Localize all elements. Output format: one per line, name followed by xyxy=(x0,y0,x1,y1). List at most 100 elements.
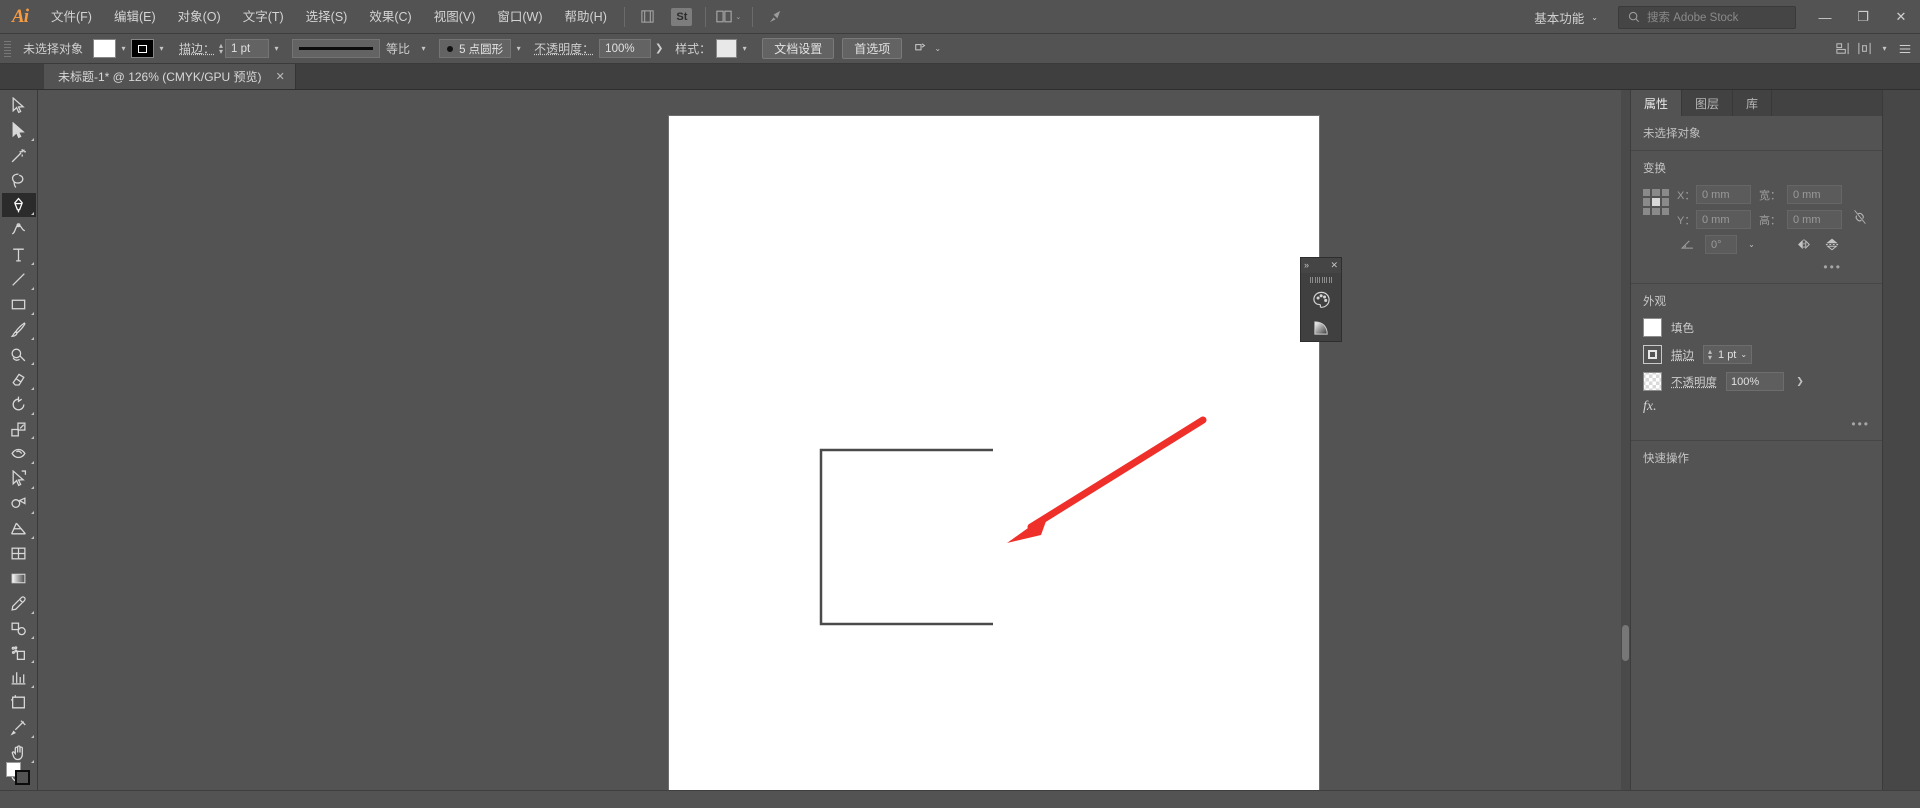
rotate-tool[interactable] xyxy=(2,392,36,417)
flip-horizontal-icon[interactable] xyxy=(1794,235,1814,254)
stroke-weight-label[interactable]: 描边： xyxy=(169,40,219,57)
preferences-button[interactable]: 首选项 xyxy=(842,38,903,59)
workspace-switcher[interactable]: 基本功能 ⌄ xyxy=(1524,5,1608,29)
bridge-icon[interactable] xyxy=(635,6,661,28)
transform-y-input[interactable]: 0 mm xyxy=(1696,210,1751,229)
document-tab[interactable]: 未标题-1* @ 126% (CMYK/GPU 预览) ✕ xyxy=(44,63,296,89)
select-similar-caret-icon[interactable]: ⌄ xyxy=(930,39,945,58)
lasso-tool[interactable] xyxy=(2,168,36,193)
appearance-opacity-input[interactable]: 100% xyxy=(1726,372,1784,391)
canvas-vertical-scrollbar[interactable] xyxy=(1621,90,1630,790)
stroke-profile-caret-icon[interactable]: ▾ xyxy=(416,39,431,58)
pen-tool[interactable] xyxy=(1,192,36,218)
opacity-flyout-icon[interactable]: ❯ xyxy=(651,39,667,58)
transform-more-options[interactable]: ••• xyxy=(1677,260,1842,274)
angle-caret-icon[interactable]: ⌄ xyxy=(1745,235,1759,254)
select-similar-icon[interactable] xyxy=(912,40,930,58)
control-bar-grip[interactable] xyxy=(4,38,13,60)
menu-help[interactable]: 帮助(H) xyxy=(554,0,618,34)
width-tool[interactable] xyxy=(2,441,36,466)
menu-select[interactable]: 选择(S) xyxy=(295,0,359,34)
right-icon-dock[interactable] xyxy=(1882,90,1920,790)
rotation-angle-input[interactable]: 0° xyxy=(1705,235,1737,254)
floating-panel-header[interactable]: » ✕ xyxy=(1301,258,1341,273)
slice-tool[interactable] xyxy=(2,715,36,740)
menu-edit[interactable]: 编辑(E) xyxy=(103,0,167,34)
appearance-fill-swatch[interactable] xyxy=(1643,318,1662,337)
gradient-icon[interactable] xyxy=(1304,313,1338,341)
stroke-weight-stepper[interactable]: ▴ ▾ xyxy=(219,41,223,55)
mesh-tool[interactable] xyxy=(2,541,36,566)
drawn-open-path[interactable] xyxy=(817,446,1007,636)
transform-h-input[interactable]: 0 mm xyxy=(1787,210,1842,229)
shape-builder-tool[interactable] xyxy=(2,491,36,516)
paintbrush-tool[interactable] xyxy=(2,317,36,342)
appearance-opacity-label[interactable]: 不透明度 xyxy=(1671,374,1717,390)
menu-object[interactable]: 对象(O) xyxy=(167,0,232,34)
curvature-tool[interactable] xyxy=(2,217,36,242)
brush-definition-caret-icon[interactable]: ▾ xyxy=(511,39,526,58)
fill-stroke-indicator[interactable] xyxy=(6,762,32,786)
appearance-opacity-swatch[interactable] xyxy=(1643,372,1662,391)
shaper-tool[interactable] xyxy=(2,342,36,367)
menu-window[interactable]: 窗口(W) xyxy=(486,0,553,34)
stroke-weight-input[interactable]: 1 pt xyxy=(225,39,270,58)
minimize-button[interactable]: — xyxy=(1806,0,1844,34)
close-button[interactable]: ✕ xyxy=(1882,0,1920,34)
floating-color-panel[interactable]: » ✕ xyxy=(1300,257,1342,342)
stroke-profile-preview[interactable] xyxy=(292,39,381,58)
document-setup-button[interactable]: 文档设置 xyxy=(762,38,835,59)
menu-view[interactable]: 视图(V) xyxy=(423,0,487,34)
appearance-stroke-caret-icon[interactable]: ⌄ xyxy=(1740,350,1747,359)
align-objects-icon[interactable] xyxy=(1833,40,1851,58)
free-transform-tool[interactable] xyxy=(2,466,36,491)
opacity-label[interactable]: 不透明度： xyxy=(534,40,599,57)
scale-tool[interactable] xyxy=(2,417,36,442)
appearance-stroke-swatch[interactable] xyxy=(1643,345,1662,364)
arrange-caret-icon[interactable]: ⌄ xyxy=(735,13,741,21)
column-graph-tool[interactable] xyxy=(2,665,36,690)
appearance-opacity-flyout-icon[interactable]: ❯ xyxy=(1793,372,1807,391)
line-segment-tool[interactable] xyxy=(2,267,36,292)
symbol-sprayer-tool[interactable] xyxy=(2,641,36,666)
menu-effect[interactable]: 效果(C) xyxy=(358,0,422,34)
brush-definition-field[interactable]: 5 点圆形 xyxy=(439,39,512,58)
appearance-stroke-label[interactable]: 描边 xyxy=(1671,347,1694,363)
maximize-button[interactable]: ❐ xyxy=(1844,0,1882,34)
tab-properties[interactable]: 属性 xyxy=(1631,90,1683,116)
toolbox-stroke-swatch[interactable] xyxy=(15,770,30,785)
stroke-swatch-caret-icon[interactable]: ▾ xyxy=(154,39,169,58)
color-palette-icon[interactable] xyxy=(1304,285,1338,313)
selection-tool[interactable] xyxy=(2,93,36,118)
floating-panel-grip[interactable] xyxy=(1310,276,1332,283)
graphic-style-swatch[interactable] xyxy=(716,39,738,58)
link-broken-icon[interactable] xyxy=(1850,207,1870,226)
appearance-more-options[interactable]: ••• xyxy=(1643,417,1870,431)
menu-file[interactable]: 文件(F) xyxy=(40,0,103,34)
transform-x-input[interactable]: 0 mm xyxy=(1696,185,1751,204)
perspective-grid-tool[interactable] xyxy=(2,516,36,541)
canvas-scroll-thumb[interactable] xyxy=(1622,625,1629,661)
panel-menu-icon[interactable] xyxy=(1896,40,1914,58)
document-tab-close-icon[interactable]: ✕ xyxy=(276,70,285,83)
eraser-tool[interactable] xyxy=(2,367,36,392)
appearance-stroke-weight[interactable]: ▴ ▾ 1 pt ⌄ xyxy=(1703,345,1753,364)
adobe-stock-icon[interactable]: St xyxy=(669,6,695,28)
distribute-objects-icon[interactable] xyxy=(1855,40,1873,58)
arrange-documents-icon[interactable]: ⌄ xyxy=(716,6,742,28)
menu-type[interactable]: 文字(T) xyxy=(232,0,295,34)
tab-libraries[interactable]: 库 xyxy=(1733,90,1773,116)
collapse-panel-icon[interactable]: » xyxy=(1304,261,1309,270)
artboard-tool[interactable] xyxy=(2,690,36,715)
tab-layers[interactable]: 图层 xyxy=(1682,90,1734,116)
eyedropper-tool[interactable] xyxy=(2,591,36,616)
stock-search-input[interactable]: 搜索 Adobe Stock xyxy=(1618,5,1796,29)
flip-vertical-icon[interactable] xyxy=(1822,235,1842,254)
transform-w-input[interactable]: 0 mm xyxy=(1787,185,1842,204)
opacity-input[interactable]: 100% xyxy=(599,39,652,58)
graphic-style-caret-icon[interactable]: ▾ xyxy=(737,39,752,58)
stroke-color-swatch[interactable] xyxy=(131,39,155,58)
stroke-weight-caret-icon[interactable]: ▾ xyxy=(269,39,284,58)
align-more-caret-icon[interactable]: ▾ xyxy=(1877,39,1892,58)
fill-swatch-caret-icon[interactable]: ▾ xyxy=(116,39,131,58)
